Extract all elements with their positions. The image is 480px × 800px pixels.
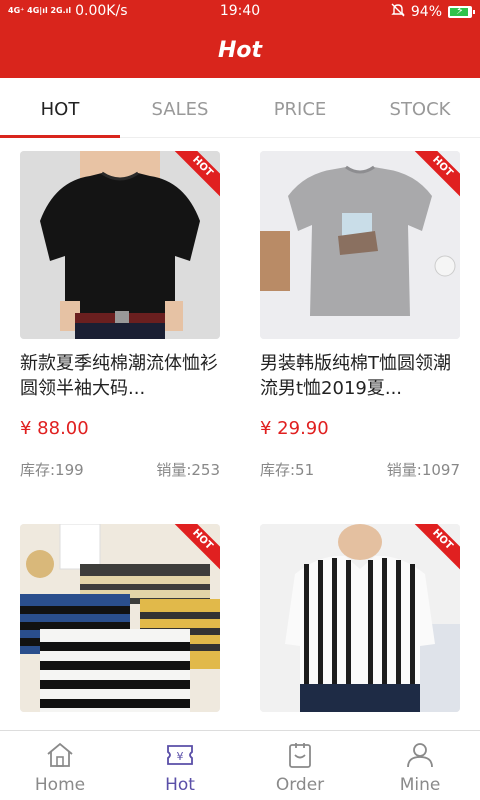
product-card[interactable]: HOT 新款夏季纯棉潮流体恤衫圆领半袖大码... ¥ 88.00 库存:199 …	[20, 151, 220, 480]
product-sales: 销量:1097	[386, 461, 460, 479]
nav-home[interactable]: Home	[0, 731, 120, 800]
battery-icon: ⚡	[448, 4, 475, 18]
product-image-striped-tshirts[interactable]: HOT	[20, 524, 220, 712]
product-stock: 库存:199	[20, 461, 84, 479]
app-screen: 4G⁺ 4G|ıl 2G.ıl 0.00K/s 19:40 94% ⚡ Hot …	[0, 0, 480, 800]
order-icon	[289, 743, 311, 768]
product-name[interactable]: 男装韩版纯棉T恤圆领潮流男t恤2019夏...	[260, 351, 460, 401]
nav-mine-label: Mine	[399, 775, 441, 795]
product-price: ¥ 88.00	[20, 418, 89, 439]
svg-text:¥: ¥	[177, 750, 184, 763]
status-bar: 4G⁺ 4G|ıl 2G.ıl 0.00K/s 19:40 94% ⚡	[0, 0, 480, 24]
nav-order[interactable]: Order	[240, 731, 360, 800]
tab-price[interactable]: PRICE	[240, 78, 360, 137]
charging-bolt-icon: ⚡	[456, 4, 464, 17]
nav-order-label: Order	[275, 775, 325, 795]
product-price: ¥ 29.90	[260, 418, 329, 439]
tab-hot[interactable]: HOT	[0, 78, 120, 138]
tab-stock[interactable]: STOCK	[360, 78, 480, 137]
nav-hot[interactable]: ¥ Hot	[120, 731, 240, 800]
app-header: 4G⁺ 4G|ıl 2G.ıl 0.00K/s 19:40 94% ⚡ Hot	[0, 0, 480, 78]
nav-hot-label: Hot	[165, 775, 195, 795]
nav-mine[interactable]: Mine	[360, 731, 480, 800]
user-icon	[407, 743, 433, 768]
product-image-grey-tshirt[interactable]: HOT	[260, 151, 460, 339]
product-name[interactable]: 新款夏季纯棉潮流体恤衫圆领半袖大码...	[20, 351, 220, 401]
nav-home-label: Home	[34, 775, 86, 795]
bottom-nav: Home ¥ Hot Order Mine	[0, 730, 480, 800]
home-icon	[47, 742, 73, 767]
product-card[interactable]: HOT	[260, 524, 460, 730]
battery-percent: 94%	[410, 4, 442, 20]
product-image-striped-shirt[interactable]: HOT	[260, 524, 460, 712]
product-card[interactable]: HOT 男装韩版纯棉T恤圆领潮流男t恤2019夏... ¥ 29.90 库存:5…	[260, 151, 460, 480]
product-card[interactable]: HOT	[20, 524, 220, 730]
product-sales: 销量:253	[156, 461, 220, 479]
ticket-icon: ¥	[167, 745, 193, 765]
tab-sales[interactable]: SALES	[120, 78, 240, 137]
product-image-black-tshirt[interactable]: HOT	[20, 151, 220, 339]
product-stock: 库存:51	[260, 461, 315, 479]
sort-tabs: HOT SALES PRICE STOCK	[0, 78, 480, 138]
page-title: Hot	[217, 38, 263, 63]
mute-bell-icon	[391, 3, 405, 21]
product-grid: HOT 新款夏季纯棉潮流体恤衫圆领半袖大码... ¥ 88.00 库存:199 …	[0, 140, 480, 730]
